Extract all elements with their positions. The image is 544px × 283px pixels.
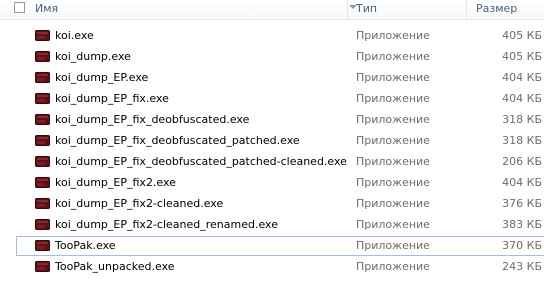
file-size: 383 КБ — [502, 218, 542, 231]
file-type: Приложение — [356, 71, 430, 84]
column-header-name[interactable]: Имя — [0, 0, 347, 19]
file-name[interactable]: koi_dump_EP_fix_deobfuscated_patched.exe — [55, 134, 300, 147]
file-type: Приложение — [356, 155, 430, 168]
file-row[interactable]: koi_dump_EP_fix_deobfuscated_patched-cle… — [0, 152, 544, 173]
select-all-checkbox[interactable] — [14, 2, 25, 13]
exe-app-icon — [35, 30, 50, 41]
file-type: Приложение — [356, 239, 430, 252]
file-name[interactable]: koi_dump_EP.exe — [55, 71, 148, 84]
file-size: 404 КБ — [502, 92, 542, 105]
file-name[interactable]: koi.exe — [55, 29, 94, 42]
file-type: Приложение — [356, 218, 430, 231]
file-size: 370 КБ — [502, 239, 542, 252]
file-row[interactable]: koi_dump_EP_fix.exe Приложение 404 КБ — [0, 89, 544, 110]
file-size: 405 КБ — [502, 50, 542, 63]
file-row[interactable]: TooPak.exe Приложение 370 КБ — [0, 236, 544, 257]
file-size: 404 КБ — [502, 71, 542, 84]
file-name[interactable]: koi_dump_EP_fix.exe — [55, 92, 169, 105]
file-name[interactable]: koi_dump_EP_fix2-cleaned.exe — [55, 197, 223, 210]
exe-app-icon — [35, 240, 50, 251]
file-name[interactable]: koi_dump_EP_fix2-cleaned_renamed.exe — [55, 218, 278, 231]
file-name[interactable]: koi_dump_EP_fix_deobfuscated.exe — [55, 113, 249, 126]
file-name[interactable]: TooPak_unpacked.exe — [55, 260, 175, 273]
file-row[interactable]: koi_dump_EP_fix2-cleaned.exe Приложение 37… — [0, 194, 544, 215]
exe-app-icon — [35, 156, 50, 167]
column-header-size-label: Размер — [476, 2, 518, 15]
file-size: 243 КБ — [502, 260, 542, 273]
column-header-type[interactable]: Тип — [347, 0, 466, 19]
file-type: Приложение — [356, 50, 430, 63]
file-row[interactable]: TooPak_unpacked.exe Приложение 243 КБ — [0, 257, 544, 278]
column-header-name-label: Имя — [35, 2, 59, 15]
column-header-size[interactable]: Размер — [466, 0, 544, 19]
file-row[interactable]: koi_dump_EP_fix_deobfuscated_patched.exe… — [0, 131, 544, 152]
file-type: Приложение — [356, 113, 430, 126]
file-size: 318 КБ — [502, 134, 542, 147]
file-name[interactable]: koi_dump.exe — [55, 50, 131, 63]
file-type: Приложение — [356, 29, 430, 42]
file-type: Приложение — [356, 260, 430, 273]
file-type: Приложение — [356, 176, 430, 189]
exe-app-icon — [35, 219, 50, 230]
file-row[interactable]: koi_dump.exe Приложение 405 КБ — [0, 47, 544, 68]
file-size: 405 КБ — [502, 29, 542, 42]
exe-app-icon — [35, 135, 50, 146]
exe-app-icon — [35, 93, 50, 104]
file-size: 376 КБ — [502, 197, 542, 210]
column-header-type-label: Тип — [356, 2, 378, 15]
exe-app-icon — [35, 114, 50, 125]
file-name[interactable]: TooPak.exe — [55, 239, 116, 252]
exe-app-icon — [35, 72, 50, 83]
exe-app-icon — [35, 177, 50, 188]
exe-app-icon — [35, 261, 50, 272]
file-row[interactable]: koi_dump_EP_fix2.exe Приложение 404 КБ — [0, 173, 544, 194]
file-row[interactable]: koi_dump_EP_fix2-cleaned_renamed.exe Прил… — [0, 215, 544, 236]
file-row[interactable]: koi_dump_EP_fix_deobfuscated.exe Приложен… — [0, 110, 544, 131]
file-name[interactable]: koi_dump_EP_fix2.exe — [55, 176, 176, 189]
file-type: Приложение — [356, 92, 430, 105]
file-size: 206 КБ — [502, 155, 542, 168]
file-name[interactable]: koi_dump_EP_fix_deobfuscated_patched-cle… — [55, 155, 347, 168]
file-row[interactable]: koi_dump_EP.exe Приложение 404 КБ — [0, 68, 544, 89]
file-type: Приложение — [356, 134, 430, 147]
file-size: 318 КБ — [502, 113, 542, 126]
file-list: koi.exe Приложение 405 КБ koi_dump.exe Прило… — [0, 26, 544, 278]
exe-app-icon — [35, 198, 50, 209]
file-size: 404 КБ — [502, 176, 542, 189]
file-row[interactable]: koi.exe Приложение 405 КБ — [0, 26, 544, 47]
file-type: Приложение — [356, 197, 430, 210]
exe-app-icon — [35, 51, 50, 62]
column-header-bar: Имя Тип Размер — [0, 0, 544, 20]
